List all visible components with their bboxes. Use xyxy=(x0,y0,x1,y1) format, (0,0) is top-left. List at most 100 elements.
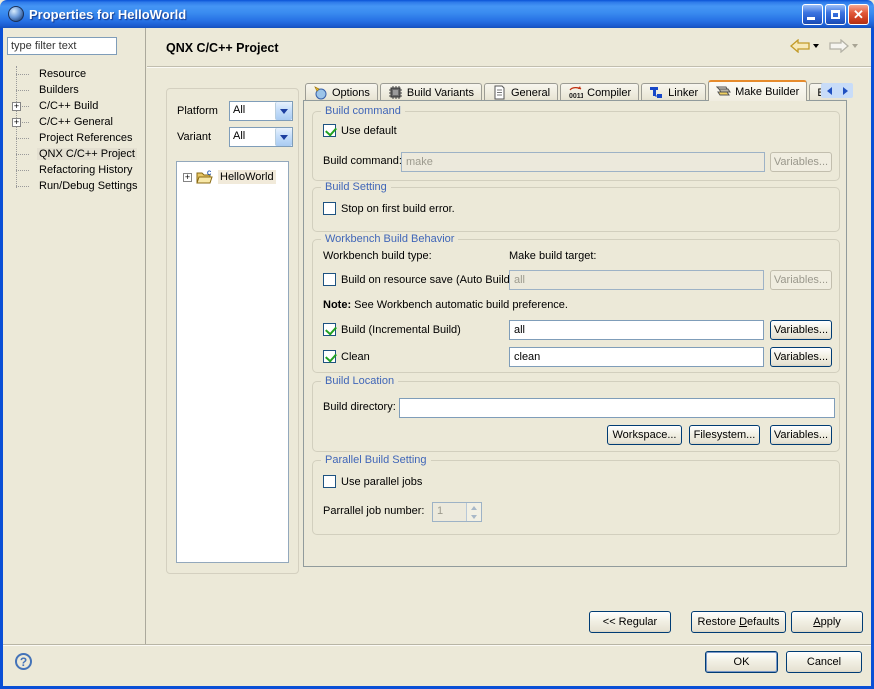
dialog-body: Resource Builders +C/C++ Build +C/C++ Ge… xyxy=(0,28,874,689)
regular-button[interactable]: << Regular xyxy=(589,611,671,633)
forward-button[interactable] xyxy=(829,39,858,53)
platform-variant-panel: Platform All Variant All + xyxy=(166,88,299,574)
note-text: See Workbench automatic build preference… xyxy=(354,299,568,311)
footer-separator xyxy=(3,644,871,646)
sidebar-item-refactoring-history[interactable]: Refactoring History xyxy=(7,162,143,178)
use-default-checkbox[interactable] xyxy=(323,124,336,137)
stop-on-error-label: Stop on first build error. xyxy=(341,203,455,215)
use-parallel-jobs-checkbox[interactable] xyxy=(323,475,336,488)
clean-label: Clean xyxy=(341,351,370,363)
tab-scroll-left-icon[interactable] xyxy=(827,87,832,95)
incremental-target-input[interactable] xyxy=(509,320,764,340)
options-icon xyxy=(313,85,328,100)
stop-on-error-checkbox[interactable] xyxy=(323,202,336,215)
build-setting-group: Build Setting Stop on first build error. xyxy=(312,187,840,232)
svg-text:0011: 0011 xyxy=(569,93,583,100)
spinner-down-icon[interactable] xyxy=(467,512,481,521)
project-tree-item[interactable]: + C HelloWorld xyxy=(183,170,276,184)
build-command-title: Build command xyxy=(321,105,405,117)
auto-build-row[interactable]: Build on resource save (Auto Build) xyxy=(323,273,513,286)
back-button[interactable] xyxy=(790,39,819,53)
svg-text:C: C xyxy=(207,171,212,177)
variant-select[interactable]: All xyxy=(229,127,293,147)
filter-input[interactable] xyxy=(7,37,117,55)
header-separator xyxy=(147,66,871,68)
clean-checkbox[interactable] xyxy=(323,350,336,363)
platform-select[interactable]: All xyxy=(229,101,293,121)
use-default-label: Use default xyxy=(341,125,397,137)
close-button[interactable]: ✕ xyxy=(848,4,869,25)
auto-build-target-input[interactable] xyxy=(509,270,764,290)
compiler-icon: 0011 xyxy=(568,85,583,100)
tab-make-builder[interactable]: Make Builder xyxy=(708,80,807,101)
cancel-button[interactable]: Cancel xyxy=(786,651,862,673)
app-icon xyxy=(8,6,24,22)
clean-row[interactable]: Clean xyxy=(323,350,370,363)
build-location-group: Build Location Build directory: Workspac… xyxy=(312,381,840,452)
auto-build-label: Build on resource save (Auto Build) xyxy=(341,274,513,286)
minimize-button[interactable] xyxy=(802,4,823,25)
build-location-title: Build Location xyxy=(321,375,398,387)
tab-general[interactable]: General xyxy=(484,83,558,101)
build-command-input[interactable] xyxy=(401,152,765,172)
build-directory-input[interactable] xyxy=(399,398,835,418)
clean-variables-button[interactable]: Variables... xyxy=(770,347,832,367)
apply-button[interactable]: Apply xyxy=(791,611,863,633)
note-label: Note: xyxy=(323,299,351,311)
build-command-variables-button[interactable]: Variables... xyxy=(770,152,832,172)
spinner-up-icon[interactable] xyxy=(467,503,481,512)
stop-on-error-row[interactable]: Stop on first build error. xyxy=(323,202,455,215)
use-default-checkbox-row[interactable]: Use default xyxy=(323,124,397,137)
tab-scroll-buttons xyxy=(821,83,853,98)
sidebar-item-qnx-project[interactable]: QNX C/C++ Project xyxy=(7,146,143,162)
incremental-build-checkbox[interactable] xyxy=(323,323,336,336)
chevron-down-icon xyxy=(280,109,288,114)
parallel-job-spinner[interactable]: 1 xyxy=(432,502,482,522)
build-location-variables-button[interactable]: Variables... xyxy=(770,425,832,445)
auto-build-variables-button[interactable]: Variables... xyxy=(770,270,832,290)
preferences-tree: Resource Builders +C/C++ Build +C/C++ Ge… xyxy=(7,66,143,194)
parallel-build-group: Parallel Build Setting Use parallel jobs… xyxy=(312,460,840,535)
help-button[interactable]: ? xyxy=(15,653,32,670)
sidebar-item-cpp-build[interactable]: +C/C++ Build xyxy=(7,98,143,114)
project-name: HelloWorld xyxy=(218,170,276,184)
minimize-icon xyxy=(807,17,815,20)
tab-scroll-right-icon[interactable] xyxy=(843,87,848,95)
sidebar-item-builders[interactable]: Builders xyxy=(7,82,143,98)
chevron-down-icon xyxy=(280,135,288,140)
maximize-icon xyxy=(831,10,840,19)
sidebar-item-project-references[interactable]: Project References xyxy=(7,130,143,146)
maximize-button[interactable] xyxy=(825,4,846,25)
sidebar-sash[interactable] xyxy=(145,28,146,644)
title-bar[interactable]: Properties for HelloWorld ✕ xyxy=(0,0,874,28)
tab-compiler[interactable]: 0011 Compiler xyxy=(560,83,639,101)
sidebar-item-resource[interactable]: Resource xyxy=(7,66,143,82)
parallel-job-number-label: Parrallel job number: xyxy=(323,505,425,517)
sidebar-item-cpp-general[interactable]: +C/C++ General xyxy=(7,114,143,130)
clean-target-input[interactable] xyxy=(509,347,764,367)
workspace-button[interactable]: Workspace... xyxy=(607,425,682,445)
tab-linker[interactable]: Linker xyxy=(641,83,706,101)
back-dropdown-icon[interactable] xyxy=(813,44,819,48)
platform-dropdown-button[interactable] xyxy=(275,102,292,120)
variant-dropdown-button[interactable] xyxy=(275,128,292,146)
use-parallel-jobs-label: Use parallel jobs xyxy=(341,476,422,488)
expand-icon[interactable]: + xyxy=(12,102,21,111)
build-command-label: Build command: xyxy=(323,155,402,167)
expand-icon[interactable]: + xyxy=(12,118,21,127)
filesystem-button[interactable]: Filesystem... xyxy=(689,425,760,445)
auto-build-checkbox[interactable] xyxy=(323,273,336,286)
sidebar-item-run-debug-settings[interactable]: Run/Debug Settings xyxy=(7,178,143,194)
build-command-group: Build command Use default Build command:… xyxy=(312,111,840,181)
restore-defaults-button[interactable]: Restore Defaults xyxy=(691,611,786,633)
ok-button[interactable]: OK xyxy=(705,651,778,673)
make-builder-panel: Build command Use default Build command:… xyxy=(303,100,847,567)
incremental-variables-button[interactable]: Variables... xyxy=(770,320,832,340)
tab-options[interactable]: Options xyxy=(305,83,378,101)
tab-build-variants[interactable]: Build Variants xyxy=(380,83,482,101)
incremental-build-row[interactable]: Build (Incremental Build) xyxy=(323,323,461,336)
forward-dropdown-icon[interactable] xyxy=(852,44,858,48)
tab-bar: Options Build Variants General 0011 Comp… xyxy=(305,80,847,101)
use-parallel-jobs-row[interactable]: Use parallel jobs xyxy=(323,475,422,488)
expand-icon[interactable]: + xyxy=(183,173,192,182)
